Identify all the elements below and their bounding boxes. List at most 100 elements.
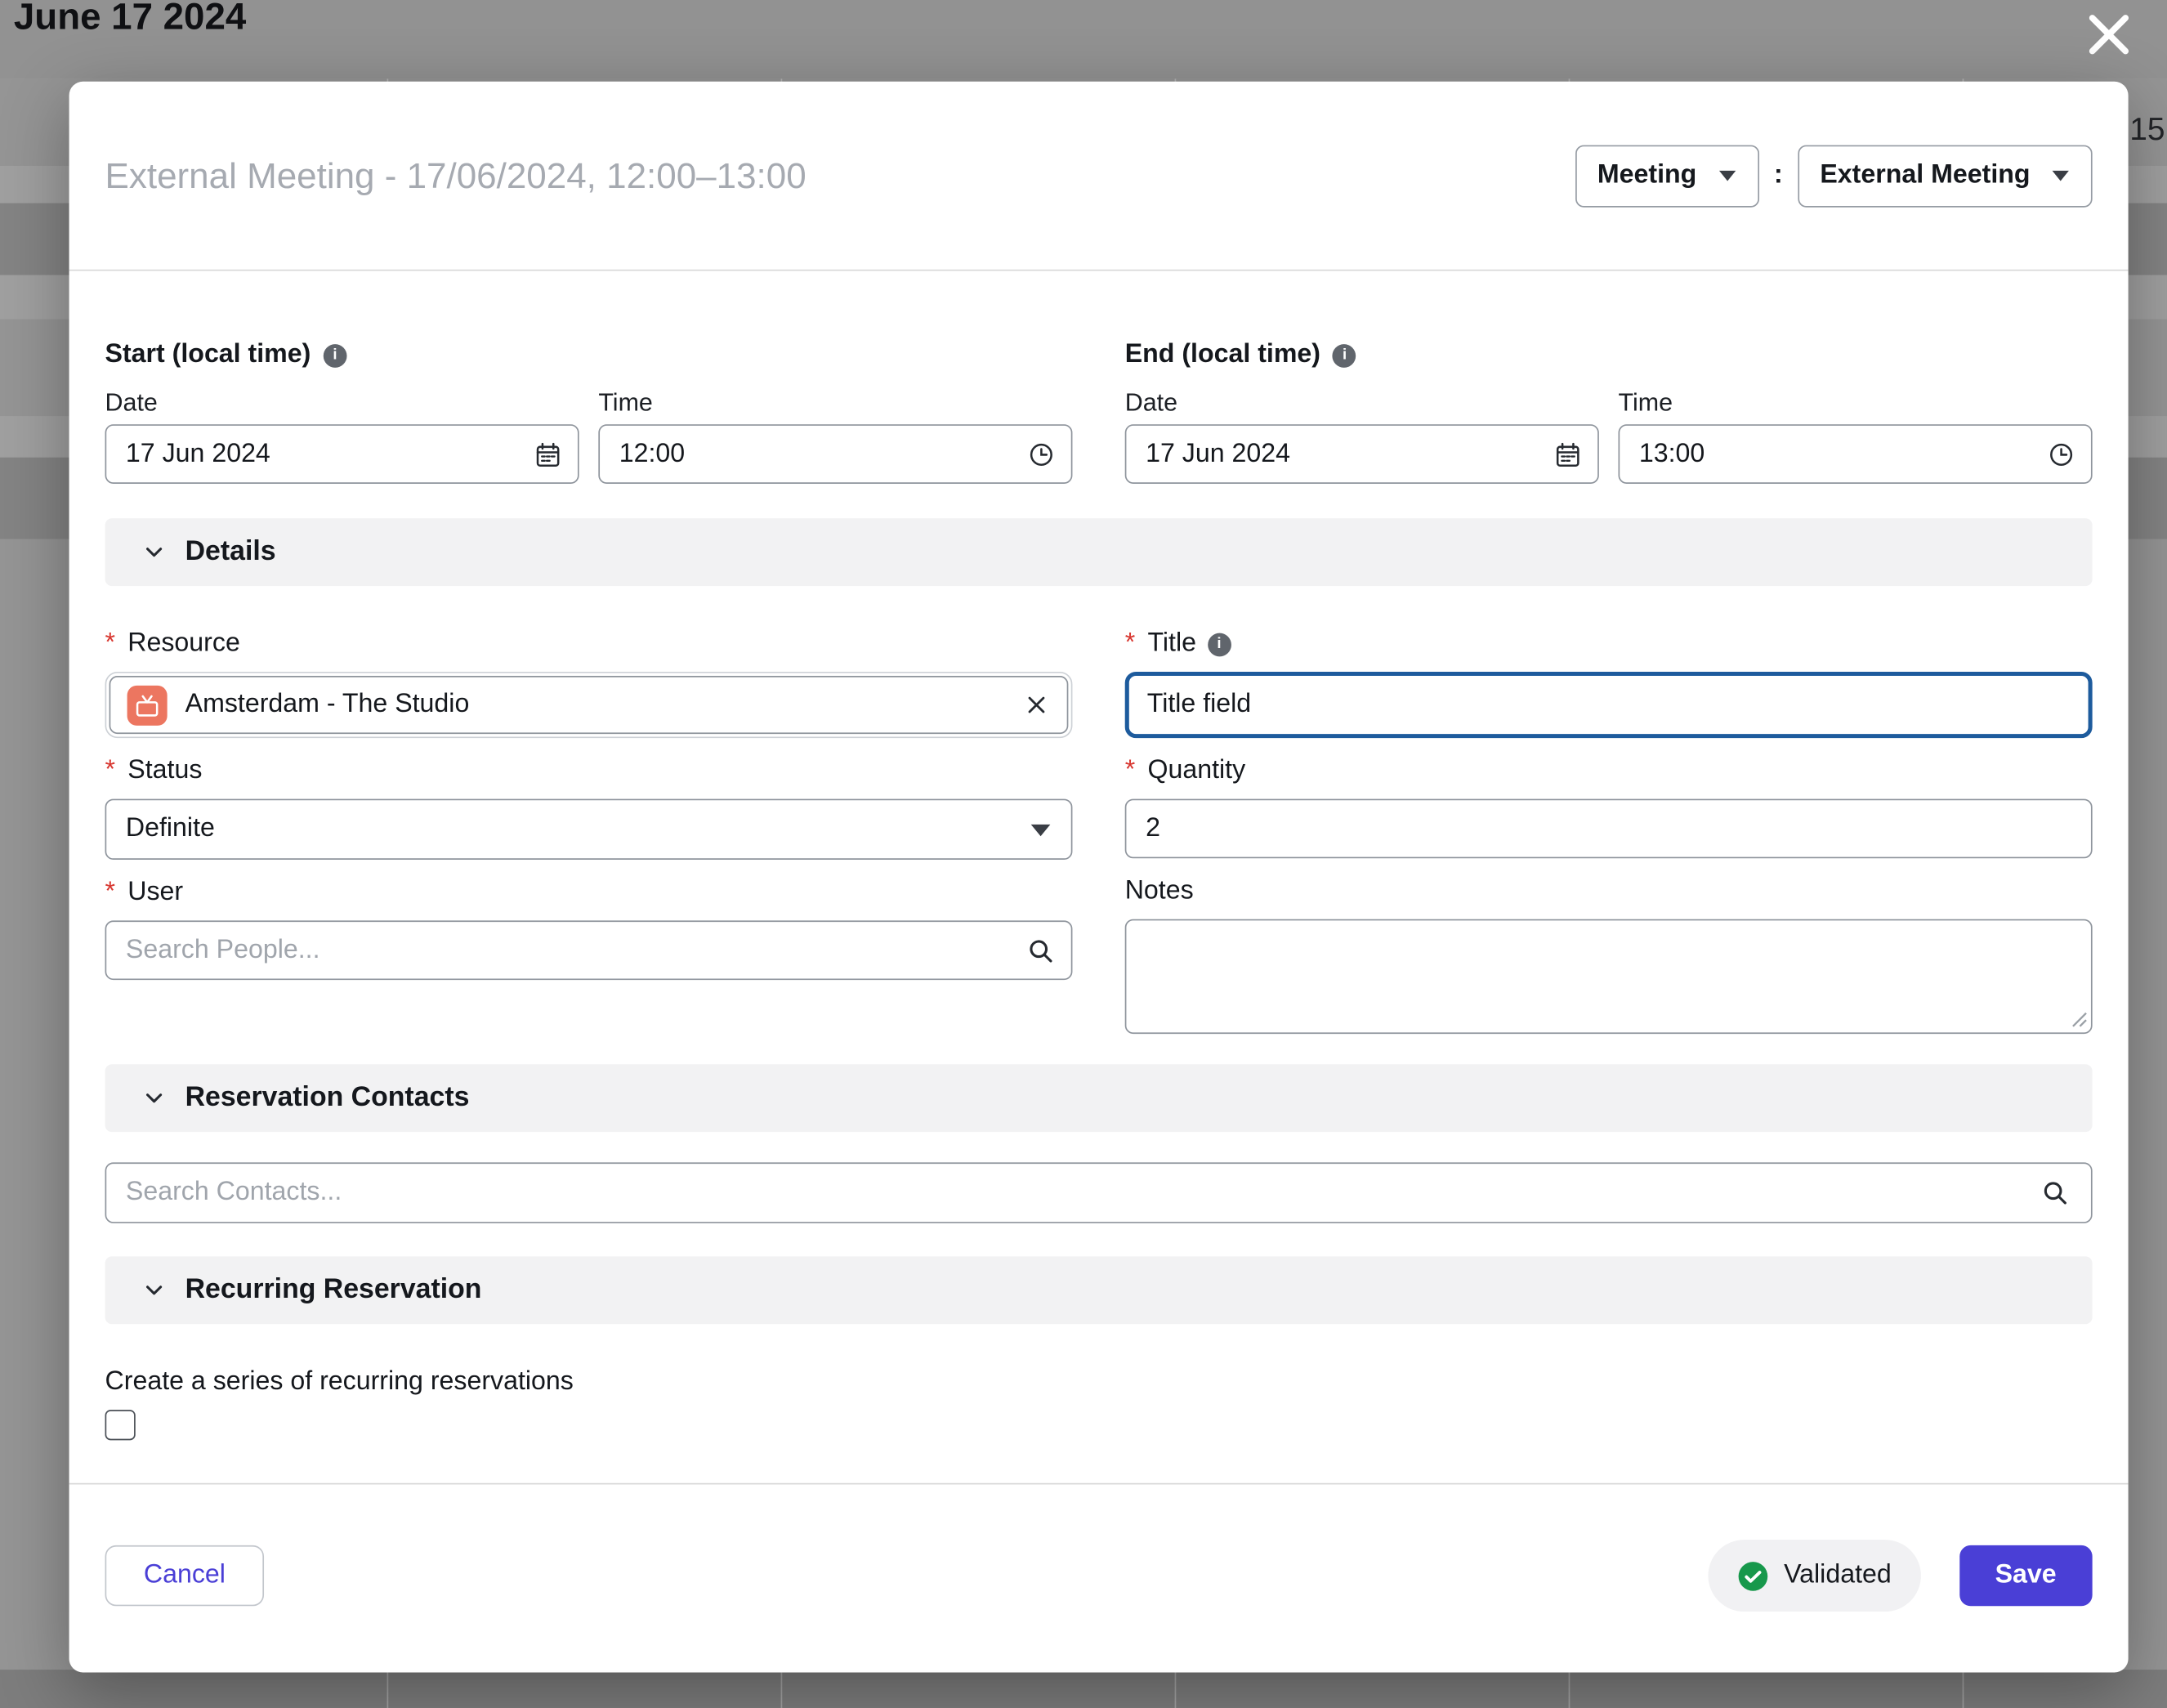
status-label: Status bbox=[127, 756, 202, 786]
reservation-modal: External Meeting - 17/06/2024, 12:00–13:… bbox=[69, 82, 2129, 1673]
chevron-down-icon bbox=[141, 1085, 168, 1111]
details-section-header[interactable]: Details bbox=[105, 518, 2093, 586]
quantity-label-row: * Quantity bbox=[1125, 756, 2093, 786]
resource-field: * Resource Amsterdam - The Studio bbox=[105, 629, 1073, 739]
resource-picker[interactable]: Amsterdam - The Studio bbox=[105, 672, 1073, 738]
details-section-title: Details bbox=[185, 536, 276, 568]
modal-footer: Cancel Validated Save bbox=[105, 1484, 2093, 1666]
required-marker: * bbox=[1125, 629, 1136, 660]
start-time-label: Time bbox=[598, 388, 1072, 413]
end-date-input[interactable] bbox=[1125, 424, 1599, 484]
calendar-band bbox=[0, 1670, 2167, 1708]
start-date-label: Date bbox=[105, 388, 579, 413]
info-icon[interactable]: i bbox=[1333, 343, 1356, 367]
info-icon[interactable]: i bbox=[1208, 633, 1231, 656]
user-search-input[interactable] bbox=[105, 920, 1073, 980]
caret-down-icon bbox=[1718, 168, 1737, 182]
end-date-cell: Date bbox=[1125, 388, 1599, 484]
check-circle-icon bbox=[1737, 1560, 1769, 1592]
notes-label: Notes bbox=[1125, 876, 1194, 906]
resource-label-row: * Resource bbox=[105, 629, 1073, 660]
start-label-row: Start (local time) i bbox=[105, 340, 1073, 370]
search-icon[interactable] bbox=[2040, 1178, 2070, 1208]
recurring-section-header[interactable]: Recurring Reservation bbox=[105, 1256, 2093, 1324]
required-marker: * bbox=[1125, 756, 1136, 786]
clock-icon[interactable] bbox=[2047, 440, 2076, 469]
notes-label-row: Notes bbox=[1125, 876, 2093, 906]
background-day-number: 15 bbox=[2129, 110, 2165, 148]
close-icon-glyph bbox=[2081, 7, 2137, 62]
calendar-icon[interactable] bbox=[534, 440, 563, 469]
end-time-input[interactable] bbox=[1619, 424, 2093, 484]
recurring-section-title: Recurring Reservation bbox=[185, 1274, 482, 1306]
booking-type-value: Meeting bbox=[1597, 160, 1696, 190]
details-right-column: * Title i * Quantity Notes bbox=[1125, 629, 2093, 1035]
user-label: User bbox=[127, 878, 183, 908]
booking-subtype-value: External Meeting bbox=[1820, 160, 2030, 190]
notes-textarea[interactable] bbox=[1125, 919, 2093, 1034]
details-left-column: * Resource Amsterdam - The Studio bbox=[105, 629, 1073, 1035]
quantity-label: Quantity bbox=[1147, 756, 1245, 786]
start-label: Start (local time) bbox=[105, 340, 311, 370]
title-label-row: * Title i bbox=[1125, 629, 2093, 660]
notes-field: Notes bbox=[1125, 876, 2093, 1034]
caret-down-icon bbox=[1030, 821, 1052, 837]
end-label-row: End (local time) i bbox=[1125, 340, 2093, 370]
recurring-checkbox-label: Create a series of recurring reservation… bbox=[105, 1367, 2093, 1397]
calendar-icon[interactable] bbox=[1553, 440, 1583, 469]
reservation-title-display[interactable]: External Meeting - 17/06/2024, 12:00–13:… bbox=[105, 154, 1575, 197]
user-label-row: * User bbox=[105, 878, 1073, 908]
cancel-button[interactable]: Cancel bbox=[105, 1545, 265, 1606]
tv-icon bbox=[127, 685, 168, 725]
clear-resource-icon[interactable] bbox=[1023, 691, 1051, 719]
required-marker: * bbox=[105, 756, 116, 786]
contacts-section-title: Reservation Contacts bbox=[185, 1082, 470, 1114]
close-icon[interactable] bbox=[2075, 2, 2142, 66]
clock-icon[interactable] bbox=[1027, 440, 1057, 469]
background-date-title: June 17 2024 bbox=[14, 0, 246, 38]
chevron-down-icon bbox=[141, 1277, 168, 1303]
validated-label: Validated bbox=[1784, 1560, 1892, 1590]
modal-header: External Meeting - 17/06/2024, 12:00–13:… bbox=[69, 82, 2129, 271]
type-separator: : bbox=[1774, 160, 1783, 190]
end-time-group: End (local time) i Date bbox=[1125, 340, 2093, 484]
contacts-section-header[interactable]: Reservation Contacts bbox=[105, 1064, 2093, 1132]
status-select[interactable]: Definite bbox=[105, 799, 1073, 860]
type-controls: Meeting : External Meeting bbox=[1575, 145, 2093, 207]
info-icon[interactable]: i bbox=[324, 343, 347, 367]
end-time-label: Time bbox=[1619, 388, 2093, 413]
start-date-cell: Date bbox=[105, 388, 579, 484]
title-label: Title bbox=[1147, 629, 1196, 660]
resource-label: Resource bbox=[127, 629, 240, 660]
title-field: * Title i bbox=[1125, 629, 2093, 739]
validated-badge: Validated bbox=[1708, 1540, 1920, 1612]
required-marker: * bbox=[105, 878, 116, 908]
recurring-checkbox[interactable] bbox=[105, 1410, 136, 1440]
search-icon[interactable] bbox=[1025, 935, 1056, 965]
required-marker: * bbox=[105, 629, 116, 660]
start-time-group: Start (local time) i Date bbox=[105, 340, 1073, 484]
resource-value: Amsterdam - The Studio bbox=[185, 690, 1005, 720]
status-label-row: * Status bbox=[105, 756, 1073, 786]
contacts-search-input[interactable] bbox=[105, 1162, 2093, 1223]
quantity-field: * Quantity bbox=[1125, 756, 2093, 858]
status-field: * Status Definite bbox=[105, 756, 1073, 860]
contacts-search-row bbox=[105, 1162, 2093, 1223]
quantity-input[interactable] bbox=[1125, 799, 2093, 859]
details-fields: * Resource Amsterdam - The Studio bbox=[105, 629, 2093, 1035]
chevron-down-icon bbox=[141, 539, 168, 566]
times-section: Start (local time) i Date bbox=[105, 340, 2093, 484]
end-label: End (local time) bbox=[1125, 340, 1320, 370]
booking-subtype-dropdown[interactable]: External Meeting bbox=[1798, 145, 2092, 207]
title-input[interactable] bbox=[1125, 672, 2093, 738]
caret-down-icon bbox=[2051, 168, 2071, 182]
booking-type-dropdown[interactable]: Meeting bbox=[1575, 145, 1759, 207]
user-field: * User bbox=[105, 878, 1073, 980]
start-time-input[interactable] bbox=[598, 424, 1072, 484]
start-time-cell: Time bbox=[598, 388, 1072, 484]
start-date-input[interactable] bbox=[105, 424, 579, 484]
save-button[interactable]: Save bbox=[1959, 1545, 2093, 1606]
end-date-label: Date bbox=[1125, 388, 1599, 413]
status-value: Definite bbox=[126, 814, 215, 844]
screen: June 17 2024 15 External Meeting - 17/06… bbox=[0, 0, 2167, 1708]
